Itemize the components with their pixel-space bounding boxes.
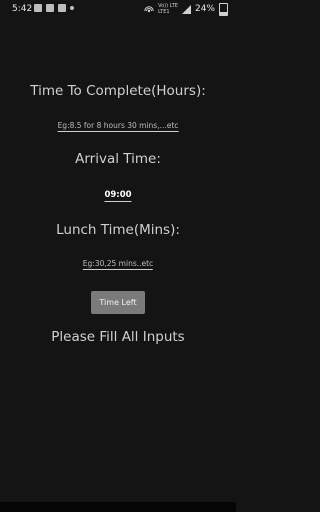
battery-icon	[219, 3, 228, 16]
lunch-time-label: Lunch Time(Mins):	[56, 222, 180, 238]
signal-icon	[181, 4, 191, 14]
notification-icons	[34, 4, 74, 12]
time-to-complete-input[interactable]: Eg:8.5 for 8 hours 30 mins,...etc	[57, 121, 179, 132]
network-label-bottom: LTE1	[158, 9, 170, 15]
status-message: Please Fill All Inputs	[51, 329, 185, 345]
time-to-complete-label: Time To Complete(Hours):	[30, 83, 206, 99]
battery-percent: 24%	[194, 4, 215, 14]
hotspot-icon	[144, 5, 154, 12]
network-label: Vo)) LTE LTE1	[158, 3, 178, 15]
dot-icon	[70, 6, 74, 10]
navigation-bar	[0, 502, 236, 512]
arrival-time-label: Arrival Time:	[75, 151, 161, 167]
arrival-time-input[interactable]: 09:00	[104, 190, 132, 202]
status-time: 5:42	[12, 4, 33, 14]
status-bar: 5:42 Vo)) LTE LTE1 24%	[0, 0, 236, 18]
status-right: Vo)) LTE LTE1 24%	[144, 0, 228, 18]
download-icon	[58, 4, 66, 12]
time-left-button[interactable]: Time Left	[91, 291, 145, 314]
message-icon	[46, 4, 54, 12]
lunch-time-input[interactable]: Eg:30,25 mins..etc	[82, 259, 154, 270]
gallery-icon	[34, 4, 42, 12]
